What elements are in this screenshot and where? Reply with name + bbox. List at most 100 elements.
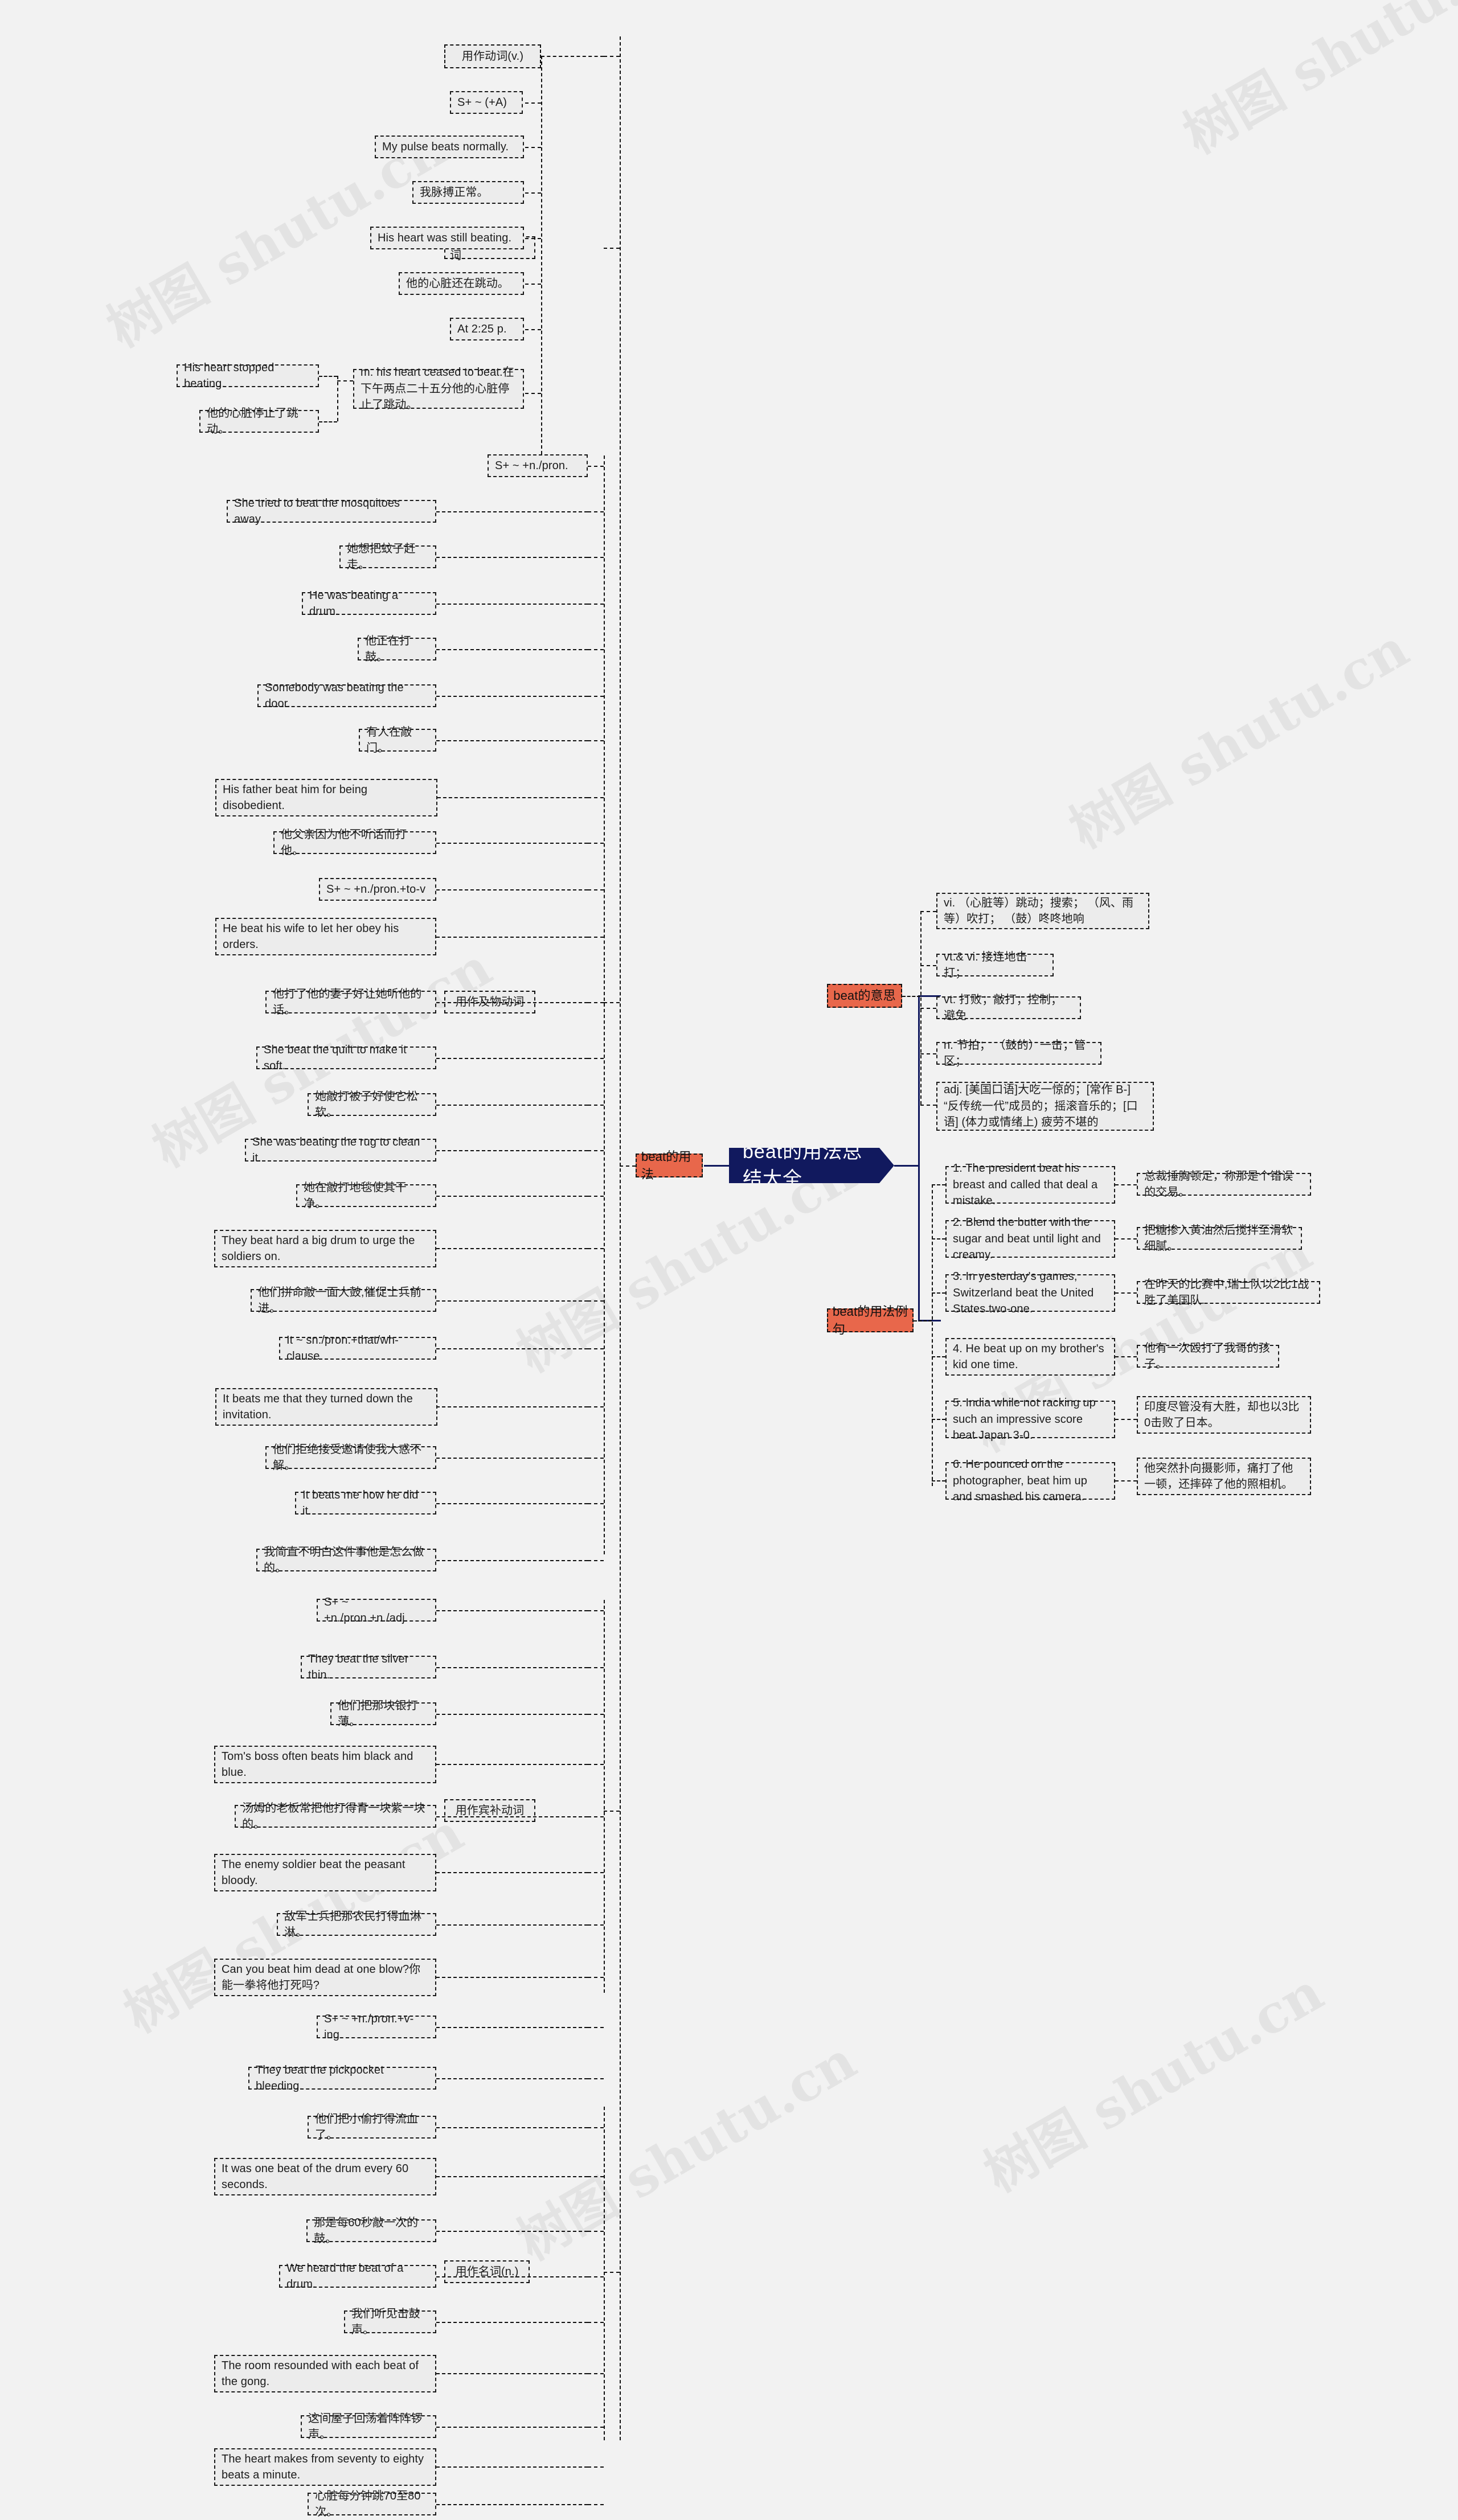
example-node[interactable]: 那是每60秒敲一次的鼓。	[306, 2217, 436, 2245]
connector-intr-6-7	[337, 380, 353, 381]
example-node[interactable]: 他们拼命敲一面大鼓,催促士兵前进。	[251, 1286, 436, 1315]
connector-tr-p1-7b	[436, 843, 588, 844]
connector-intr-7	[319, 421, 337, 422]
spine-intransitive	[541, 56, 542, 454]
connector-noun-5	[588, 2427, 604, 2428]
example-node[interactable]: At 2:25 p.	[450, 318, 524, 340]
example-node[interactable]: The room resounded with each beat of the…	[214, 2355, 436, 2392]
example-node[interactable]: His heart was still beating.	[370, 227, 524, 249]
example-node[interactable]: 心脏每分钟跳70至80次。	[308, 2490, 436, 2518]
example-en[interactable]: 3. In yesterday's games, Switzerland bea…	[945, 1270, 1115, 1315]
connector-tr-p3	[588, 1348, 604, 1349]
connector-noun-3	[588, 2322, 604, 2323]
connector-noun-4	[588, 2373, 604, 2374]
example-node[interactable]: 他父亲因为他不听话而打他。	[273, 828, 436, 857]
connector-noun-5b	[436, 2427, 588, 2428]
example-node[interactable]: 敌军士兵把那农民打得血淋淋。	[277, 1910, 436, 1939]
example-node[interactable]: 她敲打被子好使它松软。	[308, 1090, 436, 1119]
example-zh[interactable]: 他突然扑向摄影师，痛打了他一顿，还摔碎了他的照相机。	[1137, 1458, 1311, 1495]
example-node[interactable]: 他的心脏停止了跳动。	[199, 407, 319, 436]
example-node[interactable]: He beat his wife to let her obey his ord…	[215, 918, 436, 955]
example-node[interactable]: They beat hard a big drum to urge the so…	[214, 1230, 436, 1267]
spine-object-complement	[604, 1600, 605, 1993]
example-node[interactable]: The enemy soldier beat the peasant blood…	[214, 1854, 436, 1891]
category-meaning[interactable]: beat的意思	[827, 984, 902, 1008]
example-node[interactable]: His father beat him for being disobedien…	[215, 779, 437, 816]
root-node[interactable]: beat的用法总结大全	[729, 1148, 894, 1183]
example-node[interactable]: 他们把那块银打薄。	[330, 1700, 436, 1728]
branch-noun[interactable]: 用作名词(n.)	[444, 2260, 530, 2283]
branch-object-complement[interactable]: 用作宾补动词	[444, 1799, 535, 1822]
example-en[interactable]: 4. He beat up on my brother's kid one ti…	[945, 1338, 1115, 1376]
branch-verb[interactable]: 用作动词(v.)	[444, 44, 541, 68]
example-en[interactable]: 6. He pounced on the photographer, beat …	[945, 1458, 1115, 1503]
example-node[interactable]: It was one beat of the drum every 60 sec…	[214, 2158, 436, 2195]
connector-tr-p1-1	[588, 557, 604, 558]
example-node[interactable]: It beats me how he did it.	[295, 1489, 436, 1517]
connector-tr-p2-6b	[436, 1248, 588, 1249]
example-node[interactable]: My pulse beats normally.	[375, 136, 524, 158]
pattern-node[interactable]: S+ ~ +n./pron.+v-ing	[317, 2013, 436, 2041]
example-node[interactable]: She beat the quilt to make it soft.	[256, 1044, 436, 1072]
example-node[interactable]: 他正在打鼓。	[358, 635, 436, 663]
mindmap-canvas: 树图 shutu.cn 树图 shutu.cn 树图 shutu.cn 树图 s…	[0, 0, 1458, 2518]
example-node[interactable]: He was beating a drum.	[302, 589, 436, 618]
example-node[interactable]: She tried to beat the mosquitoes away.	[227, 497, 436, 526]
example-node[interactable]: 我们听见击鼓声。	[344, 2308, 436, 2336]
pattern-node[interactable]: It ~ sn./pron.+that/wh-clause	[279, 1334, 436, 1362]
example-node[interactable]: 这间屋子回荡着阵阵锣声。	[301, 2412, 436, 2441]
category-usage[interactable]: beat的用法	[636, 1150, 703, 1181]
example-node[interactable]: 汤姆的老板常把他打得青一块紫一块的。	[235, 1802, 436, 1831]
example-node[interactable]: They beat the pickpocket bleeding.	[248, 2064, 436, 2092]
meaning-item[interactable]: n. 节拍； （鼓的）一击；管区；	[936, 1039, 1101, 1068]
example-en[interactable]: 2. Blend the butter with the sugar and b…	[945, 1216, 1115, 1261]
example-node[interactable]: 有人在敲门。	[359, 726, 436, 754]
pattern-node[interactable]: S+ ~ +n./pron.+n./adj.	[317, 1596, 436, 1624]
connector-tr-p1-4	[588, 696, 604, 697]
connector-meaning-0	[920, 911, 936, 912]
connector-noun-1b	[436, 2231, 588, 2232]
example-node[interactable]: She was beating the rug to clean it.	[245, 1136, 436, 1164]
example-en[interactable]: 1. The president beat his breast and cal…	[945, 1162, 1115, 1207]
connector-oc-p1-0	[588, 1667, 604, 1668]
meaning-item[interactable]: vi. （心脏等）跳动；搜索； （风、雨等）吹打； （鼓）咚咚地响	[936, 893, 1149, 929]
pattern-node[interactable]: S+ ~ +n./pron.	[488, 454, 588, 477]
connector-oc-p1b	[436, 1610, 588, 1611]
connector-tr-p3b	[436, 1348, 588, 1349]
example-node[interactable]: 我简直不明白这件事他是怎么做的。	[256, 1546, 436, 1574]
example-node[interactable]: We heard the beat of a drum.	[279, 2262, 436, 2291]
example-node[interactable]: 她在敲打地毯使其干净。	[296, 1181, 436, 1210]
example-node[interactable]: Can you beat him dead at one blow?你能一拳将他…	[214, 1959, 436, 1996]
connector-noun-6b	[436, 2466, 588, 2468]
pattern-node[interactable]: S+ ~ (+A)	[450, 91, 523, 114]
example-zh[interactable]: 印度尽管没有大胜，却也以3比0击败了日本。	[1137, 1396, 1311, 1434]
example-zh[interactable]: 在昨天的比赛中,瑞士队以2比1战胜了美国队.	[1137, 1278, 1320, 1307]
example-node[interactable]: Tom's boss often beats him black and blu…	[214, 1746, 436, 1783]
connector-tr-p1-3	[588, 649, 604, 650]
example-node[interactable]: His heart stopped beating.	[177, 362, 319, 390]
example-node[interactable]: 他们把小偷打得流血了。	[308, 2113, 436, 2141]
example-node[interactable]: Somebody was beating the door.	[257, 682, 436, 710]
example-zh[interactable]: 他有一次殴打了我哥的孩子。	[1137, 1342, 1279, 1370]
example-en[interactable]: 5. India while not racking up such an im…	[945, 1397, 1115, 1442]
example-node[interactable]: 我脉搏正常。	[412, 181, 524, 204]
example-node[interactable]: 他们拒绝接受邀请使我大惑不解。	[265, 1443, 436, 1472]
category-examples[interactable]: beat的用法例句	[827, 1304, 914, 1336]
connector-branch-noun	[604, 2272, 620, 2273]
spine-noun	[604, 2107, 605, 2440]
meaning-item[interactable]: adj. [美国口语]大吃一惊的；[常作 B-] “反传统一代”成员的；摇滚音乐…	[936, 1082, 1154, 1131]
example-node[interactable]: They beat the silver thin.	[301, 1653, 436, 1681]
example-node[interactable]: m. his heart ceased to beat.在下午两点二十五分他的心…	[353, 366, 524, 411]
example-node[interactable]: 他打了他的妻子好让她听他的话。	[265, 988, 436, 1016]
example-node[interactable]: It beats me that they turned down the in…	[215, 1388, 437, 1426]
example-node[interactable]: 她想把蚊子赶走。	[339, 543, 436, 571]
example-zh[interactable]: 总裁捶胸顿足，称那是个错误的交易。	[1137, 1170, 1311, 1199]
example-node[interactable]: 他的心脏还在跳动。	[399, 272, 524, 295]
pattern-node[interactable]: S+ ~ +n./pron.+to-v	[319, 878, 436, 901]
meaning-item[interactable]: vt.& vi. 接连地击打；	[936, 951, 1054, 979]
example-node[interactable]: The heart makes from seventy to eighty b…	[214, 2448, 436, 2486]
connector-oc-p1-6b	[436, 1977, 588, 1978]
connector-intr-6	[319, 376, 337, 377]
example-zh[interactable]: 把糖掺入黄油然后搅拌至滑软细腻。	[1137, 1224, 1302, 1253]
meaning-item[interactable]: vt. 打败；敲打；控制；避免	[936, 994, 1081, 1022]
